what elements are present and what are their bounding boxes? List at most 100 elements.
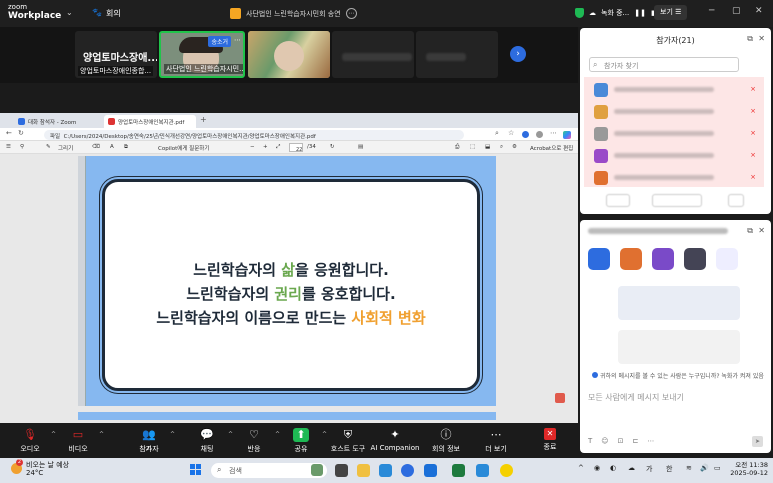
participant-row[interactable]: ⨯ [590,81,760,97]
acrobat-edit-label[interactable]: Acrobat으로 편집 [530,144,573,152]
mute-all-button[interactable] [652,194,702,207]
system-clock[interactable]: 오전 11:38 2025-09-12 [728,461,768,477]
minimize-icon[interactable]: ─ [709,6,714,16]
tray-app-icon[interactable]: ◐ [610,464,616,472]
app-icon[interactable] [684,248,706,270]
kakaotalk-icon[interactable] [500,464,513,477]
zoom-app-icon[interactable] [401,464,414,477]
invite-button[interactable] [606,194,630,207]
search-icon[interactable]: ⌕ [500,144,503,151]
page-number-input[interactable]: 22 [289,143,303,153]
filter-icon[interactable]: ⚲ [20,144,24,150]
fit-icon[interactable]: ⤢ [276,144,280,151]
video-tile[interactable] [416,31,498,78]
app-icon[interactable] [652,248,674,270]
save-as-icon[interactable]: ⬓ [485,144,490,150]
send-icon[interactable]: ➤ [752,436,763,447]
more-icon[interactable]: ⋯ [647,437,654,445]
taskbar-search-input[interactable]: ⌕ 검색 [211,463,327,478]
pause-icon[interactable]: ❚❚ [634,9,646,17]
copilot-ask-label[interactable]: Copilot에게 질문하기 [158,144,209,152]
participant-search-input[interactable]: ⌕ 참가자 찾기 [589,57,739,72]
file-explorer-icon[interactable] [357,464,370,477]
new-tab-icon[interactable]: + [200,115,207,124]
format-icon[interactable]: T [588,437,592,445]
popout-icon[interactable]: ⧉ [747,226,753,236]
task-view-icon[interactable] [335,464,348,477]
more-options-button[interactable] [728,194,744,207]
zoom-in-icon[interactable]: + [263,144,268,150]
start-button[interactable] [190,464,202,476]
draw-label[interactable]: 그리기 [58,144,73,152]
view-button[interactable]: 보기 ☰ [654,5,688,20]
next-page-arrow-icon[interactable]: › [510,46,526,62]
profile-icon[interactable] [536,131,543,138]
volume-icon[interactable]: 🔊 [700,464,709,472]
browser-tab[interactable]: 대화 참석자 - Zoom [14,115,102,128]
more-icon[interactable]: ⋯ [345,8,357,19]
save-icon[interactable]: ⬚ [470,144,475,150]
app-icon[interactable] [588,248,610,270]
close-icon[interactable]: ✕ [755,6,763,16]
tile-more-icon[interactable]: ⋯ [234,36,241,44]
popout-icon[interactable]: ⧉ [747,34,753,44]
draw-icon[interactable]: ✎ [46,144,51,150]
star-icon[interactable]: ☆ [508,129,514,137]
tray-chevron-up-icon[interactable]: ^ [578,464,584,472]
app-icon[interactable] [620,248,642,270]
more-button[interactable]: ⋯ 더 보기 [466,428,526,454]
meeting-menu-button[interactable]: 🐾 회의 [92,8,121,19]
chevron-down-icon[interactable]: ⌄ [66,8,73,17]
edge-icon[interactable] [379,464,392,477]
app-icon[interactable] [476,464,489,477]
participant-row[interactable]: ⨯ [590,147,760,163]
tray-app-icon[interactable]: ◉ [594,464,600,472]
active-speaker-tile[interactable]: 송소거 ⋯ 사단법인 느린학습자시민... [159,31,245,78]
acrobat-icon[interactable] [555,393,565,403]
maximize-icon[interactable]: ▢ [732,6,741,16]
url-field[interactable]: 파일 C:/Users/2024/Desktop/송연숙/25년/민식개선강연/… [44,130,464,140]
file-icon[interactable]: ⊏ [632,437,638,445]
video-tile[interactable] [332,31,414,78]
more-icon[interactable]: ⋯ [550,129,557,137]
extension-icon[interactable] [522,131,529,138]
meeting-title-pill[interactable]: 사단법인 느린학습자시민회 송연 ⋯ [230,6,357,21]
excel-icon[interactable] [452,464,465,477]
refresh-icon[interactable]: ↻ [18,129,24,137]
browser-tab-active[interactable]: 양업토마스장애인복지관.pdf [104,115,196,128]
copilot-icon[interactable] [563,131,571,139]
print-icon[interactable]: ⎙ [455,144,459,151]
zoom-page-icon[interactable]: ⌕ [495,129,499,138]
ime-mode-label[interactable]: 한 [666,464,672,474]
add-app-icon[interactable] [716,248,738,270]
participants-button[interactable]: 👥21 참가자 ^ [119,428,179,454]
chat-input[interactable]: 모든 사람에게 메시지 보내기 [588,392,684,403]
video-tile[interactable]: 양업토마스장애... 양업토마스장애인종합... [75,31,157,78]
participant-row[interactable]: ⨯ [590,125,760,141]
menu-icon[interactable]: ☰ [6,144,11,150]
emoji-icon[interactable]: ☺ [601,437,608,445]
video-button[interactable]: ▭ 비디오 ^ [48,428,108,454]
settings-icon[interactable]: ⚙ [512,144,517,150]
word-icon[interactable] [424,464,437,477]
tray-app-icon[interactable]: ☁ [628,464,635,472]
back-icon[interactable]: ← [6,129,12,137]
video-tile[interactable] [248,31,330,78]
caret-up-icon[interactable]: ^ [170,431,175,438]
end-button[interactable]: ✕ 종료 [530,428,570,452]
participant-row[interactable]: ⨯ [590,103,760,119]
screenshot-icon[interactable]: ⊡ [618,437,624,445]
participant-row[interactable]: ⨯ [590,169,760,185]
rotate-icon[interactable]: ↻ [330,144,335,150]
read-aloud-icon[interactable]: ⧉ [124,144,128,151]
wifi-icon[interactable]: ≋ [686,464,692,472]
close-icon[interactable]: ✕ [758,226,765,235]
page-view-icon[interactable]: ▤ [358,144,363,150]
pdf-viewer[interactable]: 느린학습자의 삶을 응원합니다. 느린학습자의 권리를 옹호합니다. 느린학습자… [0,154,578,423]
ime-label[interactable]: 가 [646,464,652,474]
zoom-out-icon[interactable]: − [250,144,255,150]
close-icon[interactable]: ✕ [758,34,765,43]
battery-icon[interactable]: ▭ [714,464,721,472]
caret-up-icon[interactable]: ^ [99,431,104,438]
eraser-icon[interactable]: ⌫ [92,144,100,150]
